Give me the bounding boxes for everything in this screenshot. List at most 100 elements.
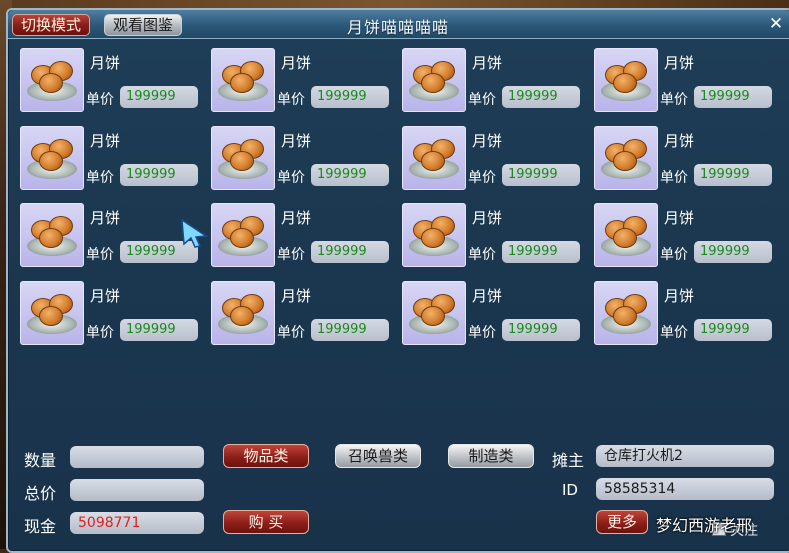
cake-shape — [230, 306, 254, 326]
item-slot[interactable]: 月饼单价 199999 — [594, 281, 780, 349]
stall-owner-label: 摊主 — [552, 451, 585, 470]
cursor-icon — [181, 218, 209, 248]
item-slot[interactable]: 月饼 单价 199999 — [20, 126, 206, 194]
item-slot[interactable]: 月饼 单价 199999 — [211, 126, 397, 194]
unit-price-label: 单价 — [468, 92, 496, 108]
item-name: 月饼 — [281, 209, 312, 227]
id-label: ID — [562, 481, 578, 499]
item-slot[interactable]: 月饼 单价 199999 — [402, 281, 588, 349]
cake-shape — [230, 151, 254, 171]
mooncake-icon[interactable] — [402, 203, 466, 267]
item-slot[interactable]: 月饼单价 199999 — [20, 281, 206, 349]
unit-price-value: 199999 — [311, 86, 389, 108]
mooncake-icon[interactable] — [20, 203, 84, 267]
quantity-input[interactable] — [70, 446, 204, 468]
unit-price-label: 单价 — [86, 92, 114, 108]
unit-price-label: 单价 — [277, 247, 305, 263]
cake-shape — [230, 228, 254, 248]
mooncake-icon[interactable] — [594, 281, 658, 345]
item-name: 月饼 — [472, 132, 503, 150]
mooncake-icon[interactable] — [594, 48, 658, 112]
cake-shape — [421, 151, 445, 171]
item-name: 月饼 — [664, 287, 695, 305]
item-grid: 月饼 单价 199999 月饼 单价 199999 月饼 单价 199999 月饼 单价 199999… — [20, 48, 780, 348]
unit-price-value: 199999 — [694, 319, 772, 341]
unit-price-value: 199999 — [694, 241, 772, 263]
cake-shape — [39, 228, 63, 248]
view-catalog-button[interactable]: 观看图鉴 — [104, 14, 183, 36]
item-name: 月饼 — [90, 287, 121, 305]
mooncake-icon[interactable] — [402, 281, 466, 345]
quantity-label: 数量 — [24, 451, 57, 470]
cash-label: 现金 — [24, 517, 57, 536]
item-slot[interactable]: 月饼 单价 199999 — [20, 48, 206, 116]
cash-field: 5098771 — [70, 512, 204, 534]
item-slot[interactable]: 月饼单价 199999 — [402, 126, 588, 194]
close-icon[interactable]: ✕ — [767, 15, 785, 33]
mooncake-icon[interactable] — [20, 48, 84, 112]
unit-price-value: 199999 — [120, 164, 198, 186]
buy-button[interactable]: 购 买 — [223, 510, 309, 534]
cake-shape — [613, 306, 637, 326]
mooncake-icon[interactable] — [211, 48, 275, 112]
item-slot[interactable]: 月饼 单价 199999 — [594, 203, 780, 271]
unit-price-label: 单价 — [468, 170, 496, 186]
unit-price-label: 单价 — [277, 325, 305, 341]
unit-price-label: 单价 — [86, 170, 114, 186]
window-title: 月饼喵喵喵喵 — [346, 18, 449, 37]
cake-shape — [421, 228, 445, 248]
item-name: 月饼 — [281, 54, 312, 72]
item-name: 月饼 — [664, 209, 695, 227]
unit-price-label: 单价 — [660, 170, 688, 186]
item-slot[interactable]: 月饼单价 199999 — [402, 48, 588, 116]
unit-price-value: 199999 — [311, 164, 389, 186]
unit-price-value: 199999 — [502, 86, 580, 108]
unit-price-label: 单价 — [86, 325, 114, 341]
switch-mode-button[interactable]: 切换模式 — [12, 14, 91, 36]
unit-price-value: 199999 — [502, 164, 580, 186]
mooncake-icon[interactable] — [402, 126, 466, 190]
summon-category-button[interactable]: 召唤兽类 — [335, 444, 421, 468]
item-slot[interactable]: 月饼单价 199999 — [211, 203, 397, 271]
total-price-label: 总价 — [24, 484, 57, 503]
item-slot[interactable]: 月饼 单价 199999 — [402, 203, 588, 271]
mooncake-icon[interactable] — [211, 126, 275, 190]
item-name: 月饼 — [90, 209, 121, 227]
unit-price-value: 199999 — [694, 164, 772, 186]
mooncake-icon[interactable] — [402, 48, 466, 112]
item-slot[interactable]: 月饼 单价 199999 — [20, 203, 206, 271]
watermark: 梦幻西游老邢 — [656, 516, 753, 535]
unit-price-label: 单价 — [468, 325, 496, 341]
item-slot[interactable]: 月饼 单价 199999 — [594, 126, 780, 194]
item-name: 月饼 — [664, 54, 695, 72]
unit-price-label: 单价 — [277, 92, 305, 108]
item-slot[interactable]: 月饼 单价 199999 — [594, 48, 780, 116]
title-bar[interactable]: 切换模式 观看图鉴 月饼喵喵喵喵 ✕ — [8, 10, 789, 39]
mooncake-icon[interactable] — [20, 126, 84, 190]
cake-shape — [39, 73, 63, 93]
more-button[interactable]: 更多 — [596, 510, 648, 534]
mooncake-icon[interactable] — [211, 203, 275, 267]
goods-category-button[interactable]: 物品类 — [223, 444, 309, 468]
unit-price-label: 单价 — [86, 247, 114, 263]
item-slot[interactable]: 月饼 单价 199999 — [211, 281, 397, 349]
cake-shape — [613, 151, 637, 171]
mooncake-icon[interactable] — [211, 281, 275, 345]
id-field: 58585314 — [596, 478, 774, 500]
craft-category-button[interactable]: 制造类 — [448, 444, 534, 468]
unit-price-value: 199999 — [120, 319, 198, 341]
stall-owner-field: 仓库打火机2 — [596, 445, 774, 467]
mooncake-icon[interactable] — [594, 203, 658, 267]
unit-price-value: 199999 — [311, 241, 389, 263]
item-name: 月饼 — [281, 287, 312, 305]
unit-price-value: 199999 — [502, 319, 580, 341]
cake-shape — [39, 306, 63, 326]
item-name: 月饼 — [472, 54, 503, 72]
cake-shape — [39, 151, 63, 171]
unit-price-label: 单价 — [660, 325, 688, 341]
item-name: 月饼 — [281, 132, 312, 150]
stall-window: 切换模式 观看图鉴 月饼喵喵喵喵 ✕ 月饼 单价 199999 月饼 单价 199999 月… — [6, 8, 789, 553]
mooncake-icon[interactable] — [20, 281, 84, 345]
mooncake-icon[interactable] — [594, 126, 658, 190]
item-slot[interactable]: 月饼单价 199999 — [211, 48, 397, 116]
